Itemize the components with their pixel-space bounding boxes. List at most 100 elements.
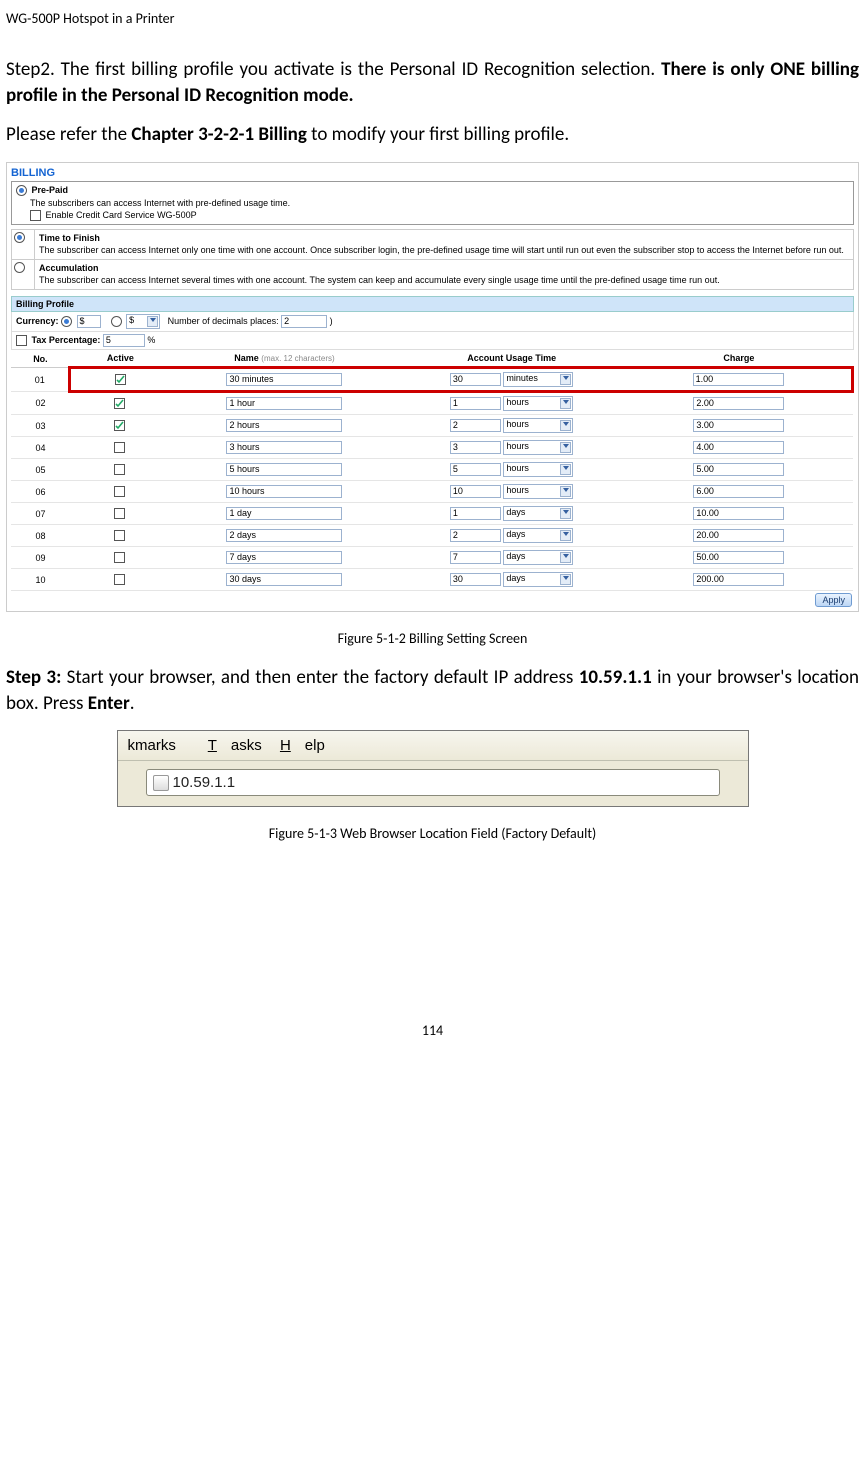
unit-select[interactable]: days [503, 572, 573, 587]
charge-input[interactable]: 20.00 [693, 529, 784, 542]
billing-title: BILLING [11, 167, 854, 179]
cell-no: 10 [11, 569, 70, 591]
name-input[interactable]: 2 days [226, 529, 342, 542]
th-usage: Account Usage Time [398, 350, 625, 368]
prepaid-radio[interactable] [16, 185, 27, 196]
name-input[interactable]: 30 minutes [226, 373, 342, 386]
currency-select[interactable]: $ [126, 314, 160, 329]
currency-input-1[interactable]: $ [77, 315, 101, 328]
cell-name: 10 hours [171, 481, 398, 503]
name-input[interactable]: 7 days [226, 551, 342, 564]
active-checkbox[interactable] [114, 398, 125, 409]
enable-cc-checkbox[interactable] [30, 210, 41, 221]
decimals-input[interactable]: 2 [281, 315, 327, 328]
unit-select[interactable]: days [503, 506, 573, 521]
menu-tasks[interactable]: Tasks [208, 737, 262, 754]
unit-select[interactable]: hours [503, 396, 573, 411]
cell-no: 07 [11, 503, 70, 525]
browser-screenshot: kmarks Tasks Help 10.59.1.1 [117, 730, 749, 807]
browser-toolbar: 10.59.1.1 [118, 760, 748, 806]
unit-select[interactable]: days [503, 528, 573, 543]
enable-cc-label: Enable Credit Card Service WG-500P [46, 210, 197, 220]
ttf-label: Time to Finish [39, 232, 849, 245]
charge-input[interactable]: 4.00 [693, 441, 784, 454]
step2-line1: Step2. The first billing profile you act… [6, 58, 655, 81]
active-checkbox[interactable] [114, 420, 125, 431]
unit-select[interactable]: hours [503, 418, 573, 433]
unit-select[interactable]: hours [503, 484, 573, 499]
table-row: 055 hours5 hours5.00 [11, 459, 853, 481]
qty-input[interactable]: 30 [450, 373, 501, 386]
apply-row: Apply [11, 591, 854, 609]
name-input[interactable]: 1 hour [226, 397, 342, 410]
name-input[interactable]: 3 hours [226, 441, 342, 454]
name-input[interactable]: 1 day [226, 507, 342, 520]
cell-usage: 7 days [398, 547, 625, 569]
cell-usage: 2 hours [398, 415, 625, 437]
table-row: 06 10 hours 10 hours 6.00 [11, 481, 853, 503]
active-checkbox[interactable] [114, 442, 125, 453]
tax-label: Tax Percentage: [32, 335, 101, 345]
active-checkbox[interactable] [114, 464, 125, 475]
charge-input[interactable]: 200.00 [693, 573, 784, 586]
unit-select[interactable]: hours [503, 440, 573, 455]
charge-input[interactable]: 1.00 [693, 373, 784, 386]
active-checkbox[interactable] [114, 508, 125, 519]
qty-input[interactable]: 1 [450, 397, 501, 410]
qty-input[interactable]: 2 [450, 529, 501, 542]
active-checkbox[interactable] [114, 530, 125, 541]
apply-button[interactable]: Apply [815, 593, 852, 607]
charge-input[interactable]: 6.00 [693, 485, 784, 498]
cell-charge: 50.00 [625, 547, 852, 569]
step3-label: Step 3: [6, 666, 61, 689]
address-bar[interactable]: 10.59.1.1 [146, 769, 720, 796]
charge-input[interactable]: 50.00 [693, 551, 784, 564]
qty-input[interactable]: 30 [450, 573, 501, 586]
active-checkbox[interactable] [115, 374, 126, 385]
qty-input[interactable]: 2 [450, 419, 501, 432]
unit-select[interactable]: minutes [503, 372, 573, 387]
table-row: 021 hour1 hours2.00 [11, 392, 853, 415]
tax-checkbox[interactable] [16, 335, 27, 346]
qty-input[interactable]: 3 [450, 441, 501, 454]
cell-charge: 5.00 [625, 459, 852, 481]
qty-input[interactable]: 7 [450, 551, 501, 564]
unit-select[interactable]: hours [503, 462, 573, 477]
name-input[interactable]: 2 hours [226, 419, 342, 432]
acc-radio[interactable] [14, 262, 25, 273]
name-input[interactable]: 5 hours [226, 463, 342, 476]
cell-active [70, 459, 171, 481]
th-active: Active [70, 350, 171, 368]
bp-header: Billing Profile [11, 296, 854, 312]
table-row: 0130 minutes30 minutes1.00 [11, 368, 853, 392]
cell-no: 06 [11, 481, 70, 503]
cell-usage: 5 hours [398, 459, 625, 481]
cell-active [70, 368, 171, 392]
charge-input[interactable]: 5.00 [693, 463, 784, 476]
charge-input[interactable]: 2.00 [693, 397, 784, 410]
charge-input[interactable]: 10.00 [693, 507, 784, 520]
name-input[interactable]: 10 hours [226, 485, 342, 498]
qty-input[interactable]: 5 [450, 463, 501, 476]
currency-radio-2[interactable] [111, 316, 122, 327]
tax-input[interactable]: 5 [103, 334, 145, 347]
cell-charge: 4.00 [625, 437, 852, 459]
charge-input[interactable]: 3.00 [693, 419, 784, 432]
menu-help[interactable]: Help [280, 737, 325, 754]
unit-select[interactable]: days [503, 550, 573, 565]
ttf-radio[interactable] [14, 232, 25, 243]
name-input[interactable]: 30 days [226, 573, 342, 586]
table-row: 043 hours3 hours4.00 [11, 437, 853, 459]
cell-name: 1 day [171, 503, 398, 525]
cell-no: 05 [11, 459, 70, 481]
qty-input[interactable]: 10 [450, 485, 501, 498]
currency-radio-1[interactable] [61, 316, 72, 327]
qty-input[interactable]: 1 [450, 507, 501, 520]
menu-kmarks[interactable]: kmarks [128, 737, 190, 754]
active-checkbox[interactable] [114, 486, 125, 497]
prepaid-label: Pre-Paid [32, 185, 69, 195]
cell-usage: 3 hours [398, 437, 625, 459]
active-checkbox[interactable] [114, 552, 125, 563]
cell-active [70, 525, 171, 547]
active-checkbox[interactable] [114, 574, 125, 585]
